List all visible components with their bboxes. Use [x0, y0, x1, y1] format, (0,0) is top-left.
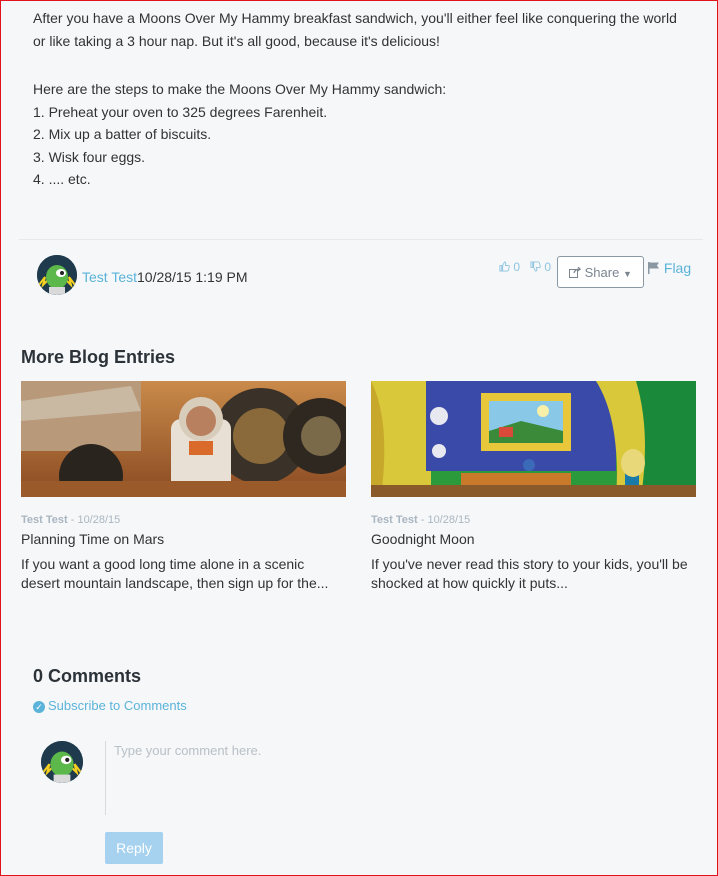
- step-item: 2. Mix up a batter of biscuits.: [33, 126, 212, 142]
- like-count: 0: [513, 260, 521, 274]
- post-body: After you have a Moons Over My Hammy bre…: [33, 7, 683, 191]
- thumbs-down-icon: [530, 261, 541, 272]
- post-datetime: 10/28/15 1:19 PM: [137, 269, 248, 285]
- vote-controls: 0 0: [499, 260, 551, 274]
- subscribe-label: Subscribe to Comments: [48, 698, 187, 713]
- author-row: Test Test 10/28/15 1:19 PM 0 0 Share ▼ F…: [37, 255, 697, 295]
- thumbs-up-icon: [499, 261, 510, 272]
- blog-entry-card[interactable]: Test Test - 10/28/15 Planning Time on Ma…: [21, 381, 346, 593]
- entry-author[interactable]: Test Test: [371, 514, 418, 526]
- comment-input[interactable]: [105, 741, 695, 815]
- entry-date: - 10/28/15: [67, 514, 121, 526]
- share-label: Share: [584, 265, 620, 280]
- step-item: 1. Preheat your oven to 325 degrees Fare…: [33, 103, 328, 120]
- entry-excerpt: If you want a good long time alone in a …: [21, 556, 329, 591]
- entry-excerpt: If you've never read this story to your …: [371, 556, 688, 591]
- avatar[interactable]: [37, 255, 77, 295]
- blog-entry-card[interactable]: Test Test - 10/28/15 Goodnight Moon If y…: [371, 381, 696, 593]
- more-entries-title: More Blog Entries: [21, 347, 176, 367]
- step-item: 3. Wisk four eggs.: [33, 148, 146, 165]
- entry-thumbnail[interactable]: [21, 381, 346, 497]
- flag-icon: [648, 262, 659, 274]
- author-name-link[interactable]: Test Test: [82, 269, 137, 285]
- dislike-count: 0: [544, 260, 552, 274]
- share-icon: [569, 266, 582, 278]
- step-item: 4. .... etc.: [33, 171, 91, 187]
- subscribe-link[interactable]: ✓ Subscribe to Comments: [33, 698, 187, 713]
- divider: [19, 239, 703, 240]
- dislike-button[interactable]: 0: [530, 260, 551, 274]
- caret-down-icon: ▼: [622, 269, 632, 279]
- entry-title[interactable]: Goodnight Moon: [371, 531, 696, 547]
- steps-intro: Here are the steps to make the Moons Ove…: [33, 81, 447, 97]
- entry-meta: Test Test - 10/28/15: [21, 514, 346, 526]
- flag-label: Flag: [663, 260, 692, 276]
- entry-meta: Test Test - 10/28/15: [371, 514, 696, 526]
- flag-link[interactable]: Flag: [648, 260, 691, 276]
- reply-button[interactable]: Reply: [105, 832, 163, 864]
- comments-title: 0 Comments: [33, 666, 142, 686]
- entry-title[interactable]: Planning Time on Mars: [21, 531, 346, 547]
- like-button[interactable]: 0: [499, 260, 520, 274]
- entry-date: - 10/28/15: [417, 514, 471, 526]
- share-button[interactable]: Share ▼: [557, 256, 644, 288]
- entry-thumbnail[interactable]: [371, 381, 696, 497]
- entry-author[interactable]: Test Test: [21, 514, 68, 526]
- commenter-avatar: [41, 741, 83, 783]
- check-circle-icon: ✓: [33, 701, 45, 713]
- post-paragraph: After you have a Moons Over My Hammy bre…: [33, 10, 677, 49]
